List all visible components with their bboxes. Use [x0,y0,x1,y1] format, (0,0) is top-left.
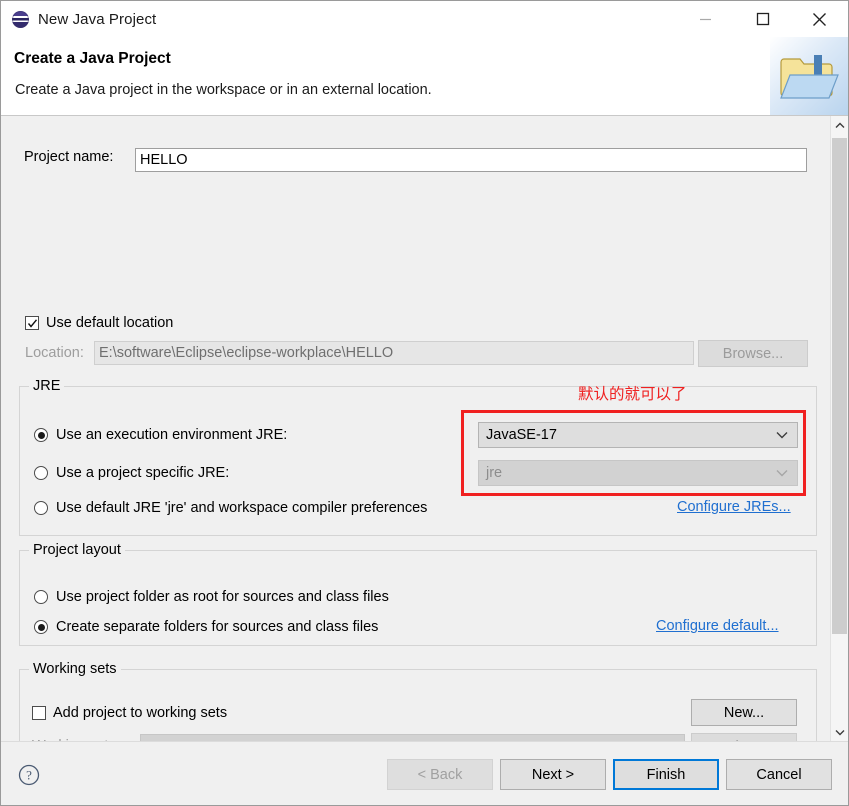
close-icon[interactable] [791,1,848,37]
use-default-location-label: Use default location [46,315,174,331]
window-controls [677,1,848,37]
maximize-icon[interactable] [734,1,791,37]
location-label: Location: [25,345,84,361]
next-button[interactable]: Next > [500,759,606,790]
jre-annotation-text: 默认的就可以了 [578,386,687,403]
page-title: Create a Java Project [14,50,171,67]
location-input[interactable] [94,341,694,365]
settings-scroll-area: Project name: Use default location Locat… [1,116,830,741]
radio-use-project-specific-jre[interactable]: Use a project specific JRE: [34,465,229,481]
chevron-down-icon [776,469,788,477]
svg-text:?: ? [26,768,32,783]
use-default-location-checkbox[interactable]: Use default location [25,315,173,331]
minimize-icon[interactable] [677,1,734,37]
radio-project-folder-root-label: Use project folder as root for sources a… [56,589,389,605]
working-sets-combo[interactable] [140,734,685,741]
working-sets-group-title: Working sets [29,661,121,677]
project-name-row: Project name: [24,149,113,165]
footer-button-group: < Back Next > Finish Cancel [387,759,832,790]
project-name-label: Project name: [24,149,114,165]
add-to-working-sets-checkbox[interactable]: Add project to working sets [32,705,227,721]
dialog-header: Create a Java Project Create a Java proj… [1,37,848,116]
project-specific-jre-value: jre [486,465,503,481]
radio-project-specific-label: Use a project specific JRE: [56,465,230,481]
configure-default-link[interactable]: Configure default... [656,618,779,634]
cancel-button[interactable]: Cancel [726,759,832,790]
scrollbar-thumb[interactable] [832,138,847,634]
scroll-down-icon[interactable] [831,723,848,741]
chevron-down-icon [776,431,788,439]
radio-use-default-jre[interactable]: Use default JRE 'jre' and workspace comp… [34,500,427,516]
folder-import-icon [770,37,848,115]
new-java-project-dialog: New Java Project Create a Java Project C… [0,0,849,806]
window-title: New Java Project [38,10,157,28]
page-subtitle: Create a Java project in the workspace o… [15,82,432,98]
radio-separate-folders-label: Create separate folders for sources and … [56,619,379,635]
project-layout-group-title: Project layout [29,542,125,558]
dialog-footer: ? < Back Next > Finish Cancel [1,741,848,805]
radio-execution-environment-label: Use an execution environment JRE: [56,427,288,443]
checkbox-unchecked-icon [32,706,46,720]
eclipse-icon [12,10,29,28]
finish-button[interactable]: Finish [613,759,719,790]
radio-unselected-icon [34,466,48,480]
project-name-input[interactable] [135,148,807,172]
execution-environment-value: JavaSE-17 [486,427,557,443]
checkbox-checked-icon [25,316,39,330]
help-icon[interactable]: ? [18,764,40,790]
radio-unselected-icon [34,590,48,604]
radio-project-folder-root[interactable]: Use project folder as root for sources a… [34,589,389,605]
select-working-set-button[interactable]: Select... [691,733,797,741]
radio-separate-folders[interactable]: Create separate folders for sources and … [34,619,378,635]
radio-unselected-icon [34,501,48,515]
radio-selected-icon [34,428,48,442]
radio-use-execution-environment[interactable]: Use an execution environment JRE: [34,427,287,443]
new-working-set-button[interactable]: New... [691,699,797,726]
scroll-up-icon[interactable] [831,116,848,134]
add-to-working-sets-label: Add project to working sets [53,705,228,721]
execution-environment-combo[interactable]: JavaSE-17 [478,422,798,448]
dialog-body: Project name: Use default location Locat… [1,116,848,741]
back-button[interactable]: < Back [387,759,493,790]
vertical-scrollbar[interactable] [830,116,848,741]
radio-default-jre-label: Use default JRE 'jre' and workspace comp… [56,500,428,516]
location-row: Location: [25,345,84,361]
title-bar: New Java Project [1,1,848,37]
project-specific-jre-combo[interactable]: jre [478,460,798,486]
jre-group-title: JRE [29,378,65,394]
browse-button[interactable]: Browse... [698,340,808,367]
configure-jres-link[interactable]: Configure JREs... [677,499,791,515]
radio-selected-icon [34,620,48,634]
